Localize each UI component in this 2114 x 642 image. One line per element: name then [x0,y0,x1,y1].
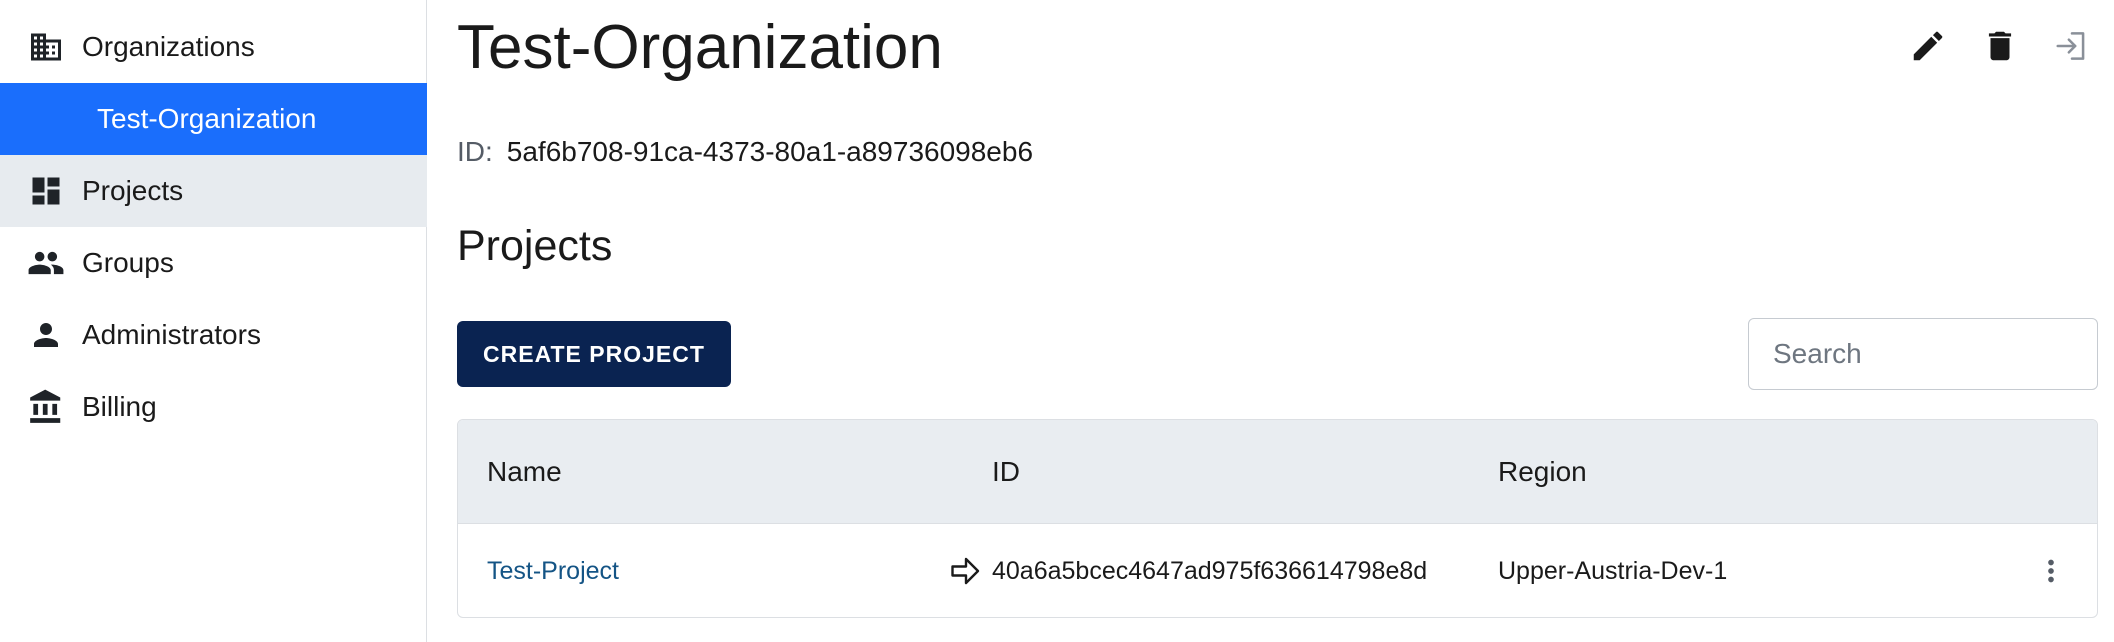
header-actions [1906,24,2094,68]
bank-icon [26,387,66,427]
sidebar: Organizations Test-Organization Projects… [0,0,427,642]
search-input[interactable] [1748,318,2098,390]
main-content: Test-Organization ID: 5af6b708-91ca-4373-… [427,0,2114,642]
sidebar-item-test-organization[interactable]: Test-Organization [0,83,427,155]
sidebar-item-label: Billing [82,391,157,422]
page-title: Test-Organization [457,13,943,82]
sidebar-item-billing[interactable]: Billing [0,371,427,443]
project-name-link[interactable]: Test-Project [487,551,619,591]
create-project-button[interactable]: CREATE PROJECT [457,321,731,387]
sidebar-item-organizations[interactable]: Organizations [0,11,427,83]
person-icon [26,315,66,355]
projects-table: Name ID Region Test-Project 40a6a5bcec46… [457,419,2098,618]
project-id-value: 40a6a5bcec4647ad975f636614798e8d [992,557,1428,585]
table-row: Test-Project 40a6a5bcec4647ad975f6366147… [458,523,2097,617]
organization-id-row: ID: 5af6b708-91ca-4373-80a1-a89736098eb6 [457,134,1033,170]
arrow-right-outline-icon[interactable] [948,553,984,589]
edit-icon[interactable] [1906,24,1950,68]
building-icon [26,27,66,67]
leave-icon[interactable] [2050,24,2094,68]
delete-icon[interactable] [1978,24,2022,68]
people-icon [26,243,66,283]
column-header-id[interactable]: ID [992,452,1020,492]
sidebar-item-label: Groups [82,247,174,278]
dashboard-icon [26,171,66,211]
id-label: ID: [457,136,493,167]
projects-section-title: Projects [457,222,613,270]
organization-id-value: 5af6b708-91ca-4373-80a1-a89736098eb6 [506,136,1034,167]
table-header: Name ID Region [458,420,2097,524]
column-header-region[interactable]: Region [1498,452,1587,492]
sidebar-item-label: Projects [82,175,184,206]
column-header-name[interactable]: Name [487,452,562,492]
sidebar-item-label: Organizations [82,31,255,62]
sidebar-item-projects[interactable]: Projects [0,155,427,227]
project-region-value: Upper-Austria-Dev-1 [1498,557,1728,585]
sidebar-item-label: Test-Organization [97,103,317,134]
sidebar-item-administrators[interactable]: Administrators [0,299,427,371]
sidebar-item-groups[interactable]: Groups [0,227,427,299]
more-vert-icon[interactable] [2031,551,2071,591]
sidebar-item-label: Administrators [82,319,261,350]
